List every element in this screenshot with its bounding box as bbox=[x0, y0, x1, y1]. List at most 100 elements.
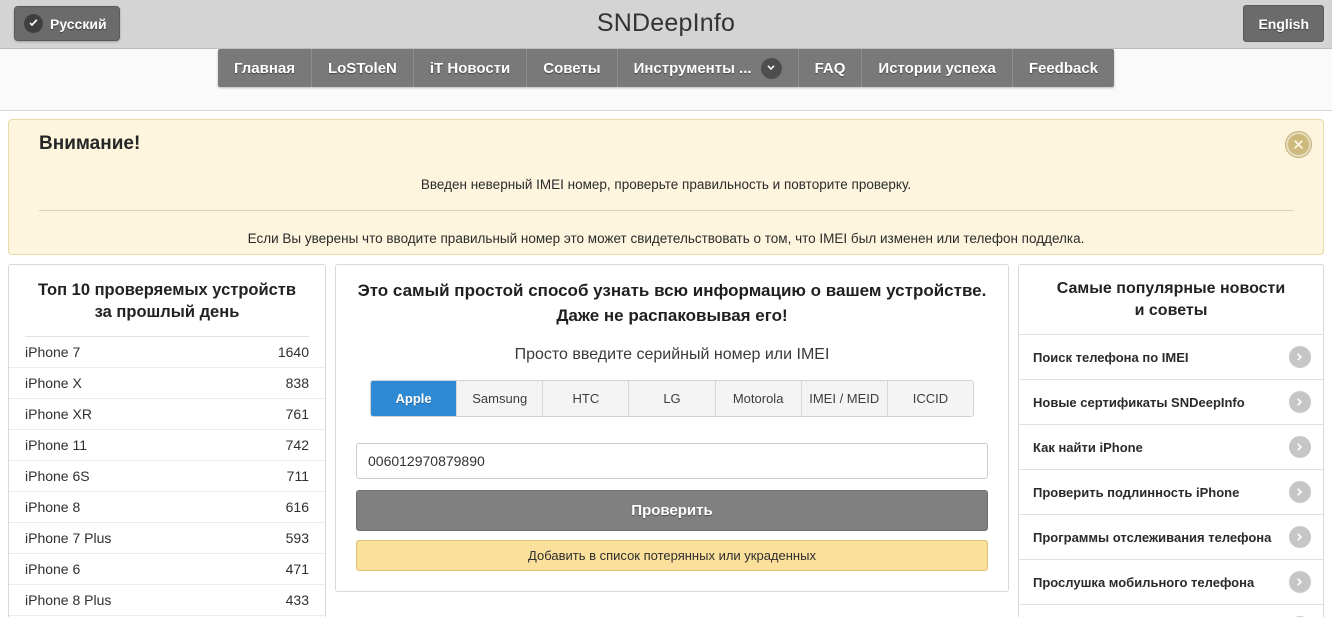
tab-samsung[interactable]: Samsung bbox=[457, 381, 544, 417]
top-bar: Русский SNDeepInfo English bbox=[0, 0, 1332, 49]
list-item[interactable]: iPhone X 838 bbox=[9, 368, 325, 399]
language-button-english[interactable]: English bbox=[1243, 5, 1324, 42]
chevron-right-circle-icon bbox=[1289, 526, 1311, 549]
news-label: Прослушка мобильного телефона bbox=[1033, 574, 1255, 590]
nav-label: Советы bbox=[543, 59, 601, 77]
nav-item-success-stories[interactable]: Истории успеха bbox=[862, 49, 1013, 87]
top-devices-title-line1: Топ 10 проверяемых устройств bbox=[37, 281, 297, 299]
list-item[interactable]: Проверить подлинность iPhone bbox=[1019, 470, 1323, 516]
nav-label: Инструменты ... bbox=[633, 59, 752, 77]
nav-label: iT Новости bbox=[429, 59, 511, 77]
device-name: iPhone 7 Plus bbox=[25, 529, 112, 546]
device-name: iPhone XR bbox=[25, 405, 92, 422]
popular-news-title-line1: Самые популярные новости bbox=[1056, 280, 1286, 297]
site-title: SNDeepInfo bbox=[596, 9, 736, 37]
popular-news-title-line2: и советы bbox=[1134, 301, 1208, 319]
news-label: Как найти iPhone bbox=[1033, 439, 1143, 455]
check-button[interactable]: Проверить bbox=[356, 490, 988, 532]
nav-list: Главная LoSToleN iT Новости Советы Инстр… bbox=[217, 49, 1115, 87]
tab-label: LG bbox=[663, 391, 681, 407]
list-item[interactable]: Новые сертификаты SNDeepInfo bbox=[1019, 380, 1323, 426]
device-count: 838 bbox=[285, 374, 309, 391]
add-to-lost-stolen-button[interactable]: Добавить в список потерянных или украден… bbox=[356, 540, 988, 572]
top-devices-panel: Топ 10 проверяемых устройств за прошлый … bbox=[8, 264, 326, 617]
nav-item-lostolen[interactable]: LoSToleN bbox=[311, 49, 414, 87]
close-icon[interactable] bbox=[1286, 132, 1311, 157]
nav-label: LoSToleN bbox=[327, 59, 397, 77]
device-count: 616 bbox=[285, 498, 309, 515]
news-label: Проверить подлинность iPhone bbox=[1033, 484, 1240, 500]
tab-label: HTC bbox=[572, 391, 600, 407]
nav-label: Истории успеха bbox=[878, 59, 996, 77]
serial-or-imei-input[interactable] bbox=[356, 443, 988, 480]
tab-apple[interactable]: Apple bbox=[371, 381, 458, 417]
nav-item-tips[interactable]: Советы bbox=[527, 49, 618, 87]
chevron-right-circle-icon bbox=[1289, 391, 1311, 414]
chevron-right-circle-icon bbox=[1289, 571, 1311, 594]
imei-check-panel: Это самый простой способ узнать всю инфо… bbox=[335, 264, 1009, 593]
news-label: Программы отслеживания телефона bbox=[1033, 529, 1272, 545]
device-count: 471 bbox=[285, 560, 309, 577]
nav-item-faq[interactable]: FAQ bbox=[798, 49, 863, 87]
top-devices-title-line2: за прошлый день bbox=[94, 303, 240, 322]
list-item[interactable]: Прослушка мобильного телефона bbox=[1019, 560, 1323, 606]
device-name: iPhone 7 bbox=[25, 343, 81, 360]
list-item[interactable]: iPhone 7 Plus 593 bbox=[9, 523, 325, 554]
content-columns: Топ 10 проверяемых устройств за прошлый … bbox=[0, 255, 1332, 617]
list-item[interactable]: iPhone 8 Plus 433 bbox=[9, 585, 325, 616]
nav-item-it-news[interactable]: iT Новости bbox=[413, 49, 528, 87]
list-item[interactable]: Как найти iPhone bbox=[1019, 425, 1323, 471]
device-name: iPhone 11 bbox=[25, 436, 88, 453]
page-root: Русский SNDeepInfo English Главная LoSTo… bbox=[0, 0, 1332, 617]
list-item[interactable]: iPhone 6S 711 bbox=[9, 461, 325, 492]
nav-label: Feedback bbox=[1028, 59, 1099, 77]
warning-message-primary: Введен неверный IMEI номер, проверьте пр… bbox=[420, 177, 912, 192]
chevron-down-icon[interactable] bbox=[760, 57, 782, 79]
nav-item-tools[interactable]: Инструменты ... bbox=[617, 49, 799, 87]
tab-label: Motorola bbox=[732, 391, 784, 407]
tab-label: Samsung bbox=[472, 391, 528, 407]
popular-news-title: Самые популярные новости и советы bbox=[1019, 265, 1323, 336]
nav-item-home[interactable]: Главная bbox=[217, 49, 312, 87]
brand-tabs: Apple Samsung HTC LG Motorola IMEI / MEI… bbox=[370, 380, 974, 418]
warning-message-secondary: Если Вы уверены что вводите правильный н… bbox=[247, 231, 1085, 246]
list-item[interactable]: iPhone 6 471 bbox=[9, 554, 325, 585]
warning-title: Внимание! bbox=[39, 133, 141, 154]
tab-lg[interactable]: LG bbox=[629, 381, 716, 417]
page-title: Это самый простой способ узнать всю инфо… bbox=[356, 279, 988, 328]
device-count: 593 bbox=[285, 529, 309, 546]
warning-divider bbox=[39, 210, 1293, 211]
nav-label: FAQ bbox=[814, 59, 846, 77]
list-item[interactable]: Поиск телефона по IMEI bbox=[1019, 335, 1323, 381]
device-count: 711 bbox=[286, 467, 309, 484]
chevron-right-circle-icon bbox=[1289, 346, 1311, 369]
list-item[interactable]: iPhone 8 616 bbox=[9, 492, 325, 523]
list-item[interactable]: Программы отслеживания телефона bbox=[1019, 515, 1323, 561]
news-label: Новые сертификаты SNDeepInfo bbox=[1033, 394, 1245, 410]
tab-htc[interactable]: HTC bbox=[543, 381, 630, 417]
headline-line1: Это самый простой способ узнать всю инфо… bbox=[357, 281, 987, 300]
device-name: iPhone X bbox=[25, 374, 82, 391]
list-item[interactable]: Как определить подделку bbox=[1019, 605, 1323, 617]
headline-line2: Даже не распаковывая его! bbox=[556, 305, 788, 325]
imei-check-inner: Это самый простой способ узнать всю инфо… bbox=[336, 265, 1008, 591]
tab-motorola[interactable]: Motorola bbox=[715, 381, 802, 417]
nav-item-feedback[interactable]: Feedback bbox=[1012, 49, 1115, 87]
list-item[interactable]: iPhone XR 761 bbox=[9, 399, 325, 430]
page-subtitle: Просто введите серийный номер или IMEI bbox=[514, 346, 830, 364]
device-name: iPhone 8 Plus bbox=[25, 591, 112, 608]
device-name: iPhone 6S bbox=[25, 467, 90, 484]
popular-news-list: Поиск телефона по IMEI Новые сертификаты… bbox=[1019, 335, 1323, 617]
tab-imei-meid[interactable]: IMEI / MEID bbox=[801, 381, 888, 417]
news-label: Поиск телефона по IMEI bbox=[1033, 349, 1189, 365]
nav-label: Главная bbox=[233, 59, 295, 77]
tab-label: Apple bbox=[395, 391, 432, 407]
tab-iccid[interactable]: ICCID bbox=[887, 381, 973, 417]
device-count: 433 bbox=[285, 591, 309, 608]
device-count: 1640 bbox=[277, 343, 309, 360]
list-item[interactable]: iPhone 7 1640 bbox=[9, 337, 325, 368]
top-devices-list: iPhone 7 1640 iPhone X 838 iPhone XR 761… bbox=[9, 337, 325, 617]
chevron-right-circle-icon bbox=[1289, 436, 1311, 459]
list-item[interactable]: iPhone 11 742 bbox=[9, 430, 325, 461]
device-count: 761 bbox=[285, 405, 309, 422]
